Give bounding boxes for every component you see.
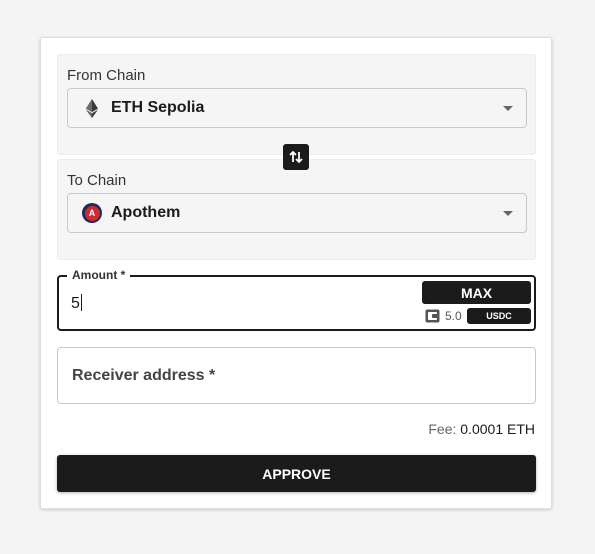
balance-display: 5.0	[425, 308, 462, 324]
ethereum-icon	[82, 98, 102, 118]
bridge-card: From Chain ETH Sepolia To Chain A Apothe…	[40, 37, 552, 509]
wallet-icon	[425, 309, 440, 323]
swap-vertical-icon	[289, 150, 303, 164]
from-chain-label: From Chain	[67, 67, 146, 84]
receiver-address-field[interactable]: Receiver address *	[57, 347, 536, 404]
receiver-address-placeholder: Receiver address *	[72, 367, 216, 384]
amount-input[interactable]: 5	[71, 294, 82, 313]
amount-field[interactable]: Amount * 5 MAX 5.0 USDC	[57, 268, 536, 331]
chevron-down-icon	[503, 106, 513, 111]
swap-chains-button[interactable]	[283, 144, 309, 170]
to-chain-value: Apothem	[111, 204, 181, 221]
amount-label: Amount *	[67, 268, 131, 282]
fee-value: 0.0001 ETH	[460, 421, 535, 437]
chevron-down-icon	[503, 211, 513, 216]
balance-value: 5.0	[445, 309, 462, 323]
token-selector[interactable]: USDC	[467, 308, 531, 324]
to-chain-section: To Chain A Apothem	[57, 159, 536, 260]
fee-label: Fee:	[428, 421, 457, 437]
to-chain-select[interactable]: A Apothem	[67, 193, 527, 233]
from-chain-select[interactable]: ETH Sepolia	[67, 88, 527, 128]
from-chain-section: From Chain ETH Sepolia	[57, 54, 536, 155]
fee-info: Fee: 0.0001 ETH	[428, 421, 535, 437]
approve-button[interactable]: APPROVE	[57, 455, 536, 492]
to-chain-label: To Chain	[67, 172, 127, 189]
max-button[interactable]: MAX	[422, 281, 531, 304]
apothem-icon: A	[82, 203, 102, 223]
from-chain-value: ETH Sepolia	[111, 99, 205, 116]
